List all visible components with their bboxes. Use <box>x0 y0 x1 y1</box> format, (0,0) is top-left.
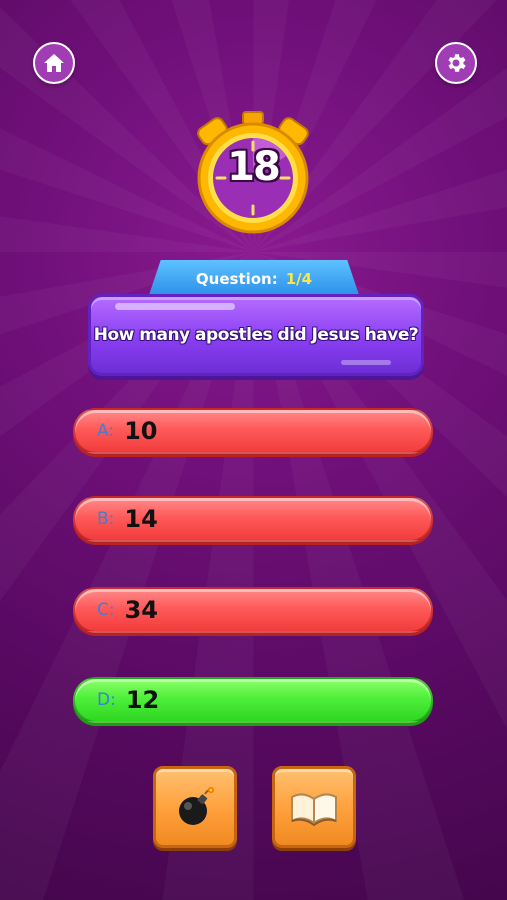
settings-button[interactable] <box>435 42 477 84</box>
gloss-highlight <box>115 303 235 310</box>
answer-d-button[interactable]: D: 12 <box>73 677 433 723</box>
book-icon <box>291 793 337 827</box>
bomb-icon <box>179 787 214 825</box>
answer-letter: C: <box>97 600 115 620</box>
answer-c-button[interactable]: C: 34 <box>73 587 433 633</box>
gear-icon <box>448 54 466 72</box>
question-counter-tab: Question: 1/4 <box>148 260 360 298</box>
answer-b-button[interactable]: B: 14 <box>73 496 433 542</box>
answer-value: 12 <box>125 686 160 714</box>
question-panel: How many apostles did Jesus have? <box>88 294 424 376</box>
countdown-timer: 18 <box>191 108 315 238</box>
gloss-highlight <box>341 360 391 365</box>
book-powerup-button[interactable] <box>272 766 356 848</box>
question-text: How many apostles did Jesus have? <box>93 325 419 345</box>
answer-letter: D: <box>97 690 116 710</box>
timer-seconds: 18 <box>227 144 281 190</box>
home-icon <box>44 54 64 72</box>
question-label: Question: <box>195 270 278 288</box>
answer-letter: A: <box>97 421 115 441</box>
answer-value: 10 <box>124 417 158 445</box>
bomb-powerup-button[interactable] <box>153 766 237 848</box>
answer-a-button[interactable]: A: 10 <box>73 408 433 454</box>
answer-value: 14 <box>124 505 158 533</box>
home-button[interactable] <box>33 42 75 84</box>
answer-value: 34 <box>124 596 159 624</box>
answer-letter: B: <box>97 509 115 529</box>
question-counter: 1/4 <box>285 270 313 288</box>
